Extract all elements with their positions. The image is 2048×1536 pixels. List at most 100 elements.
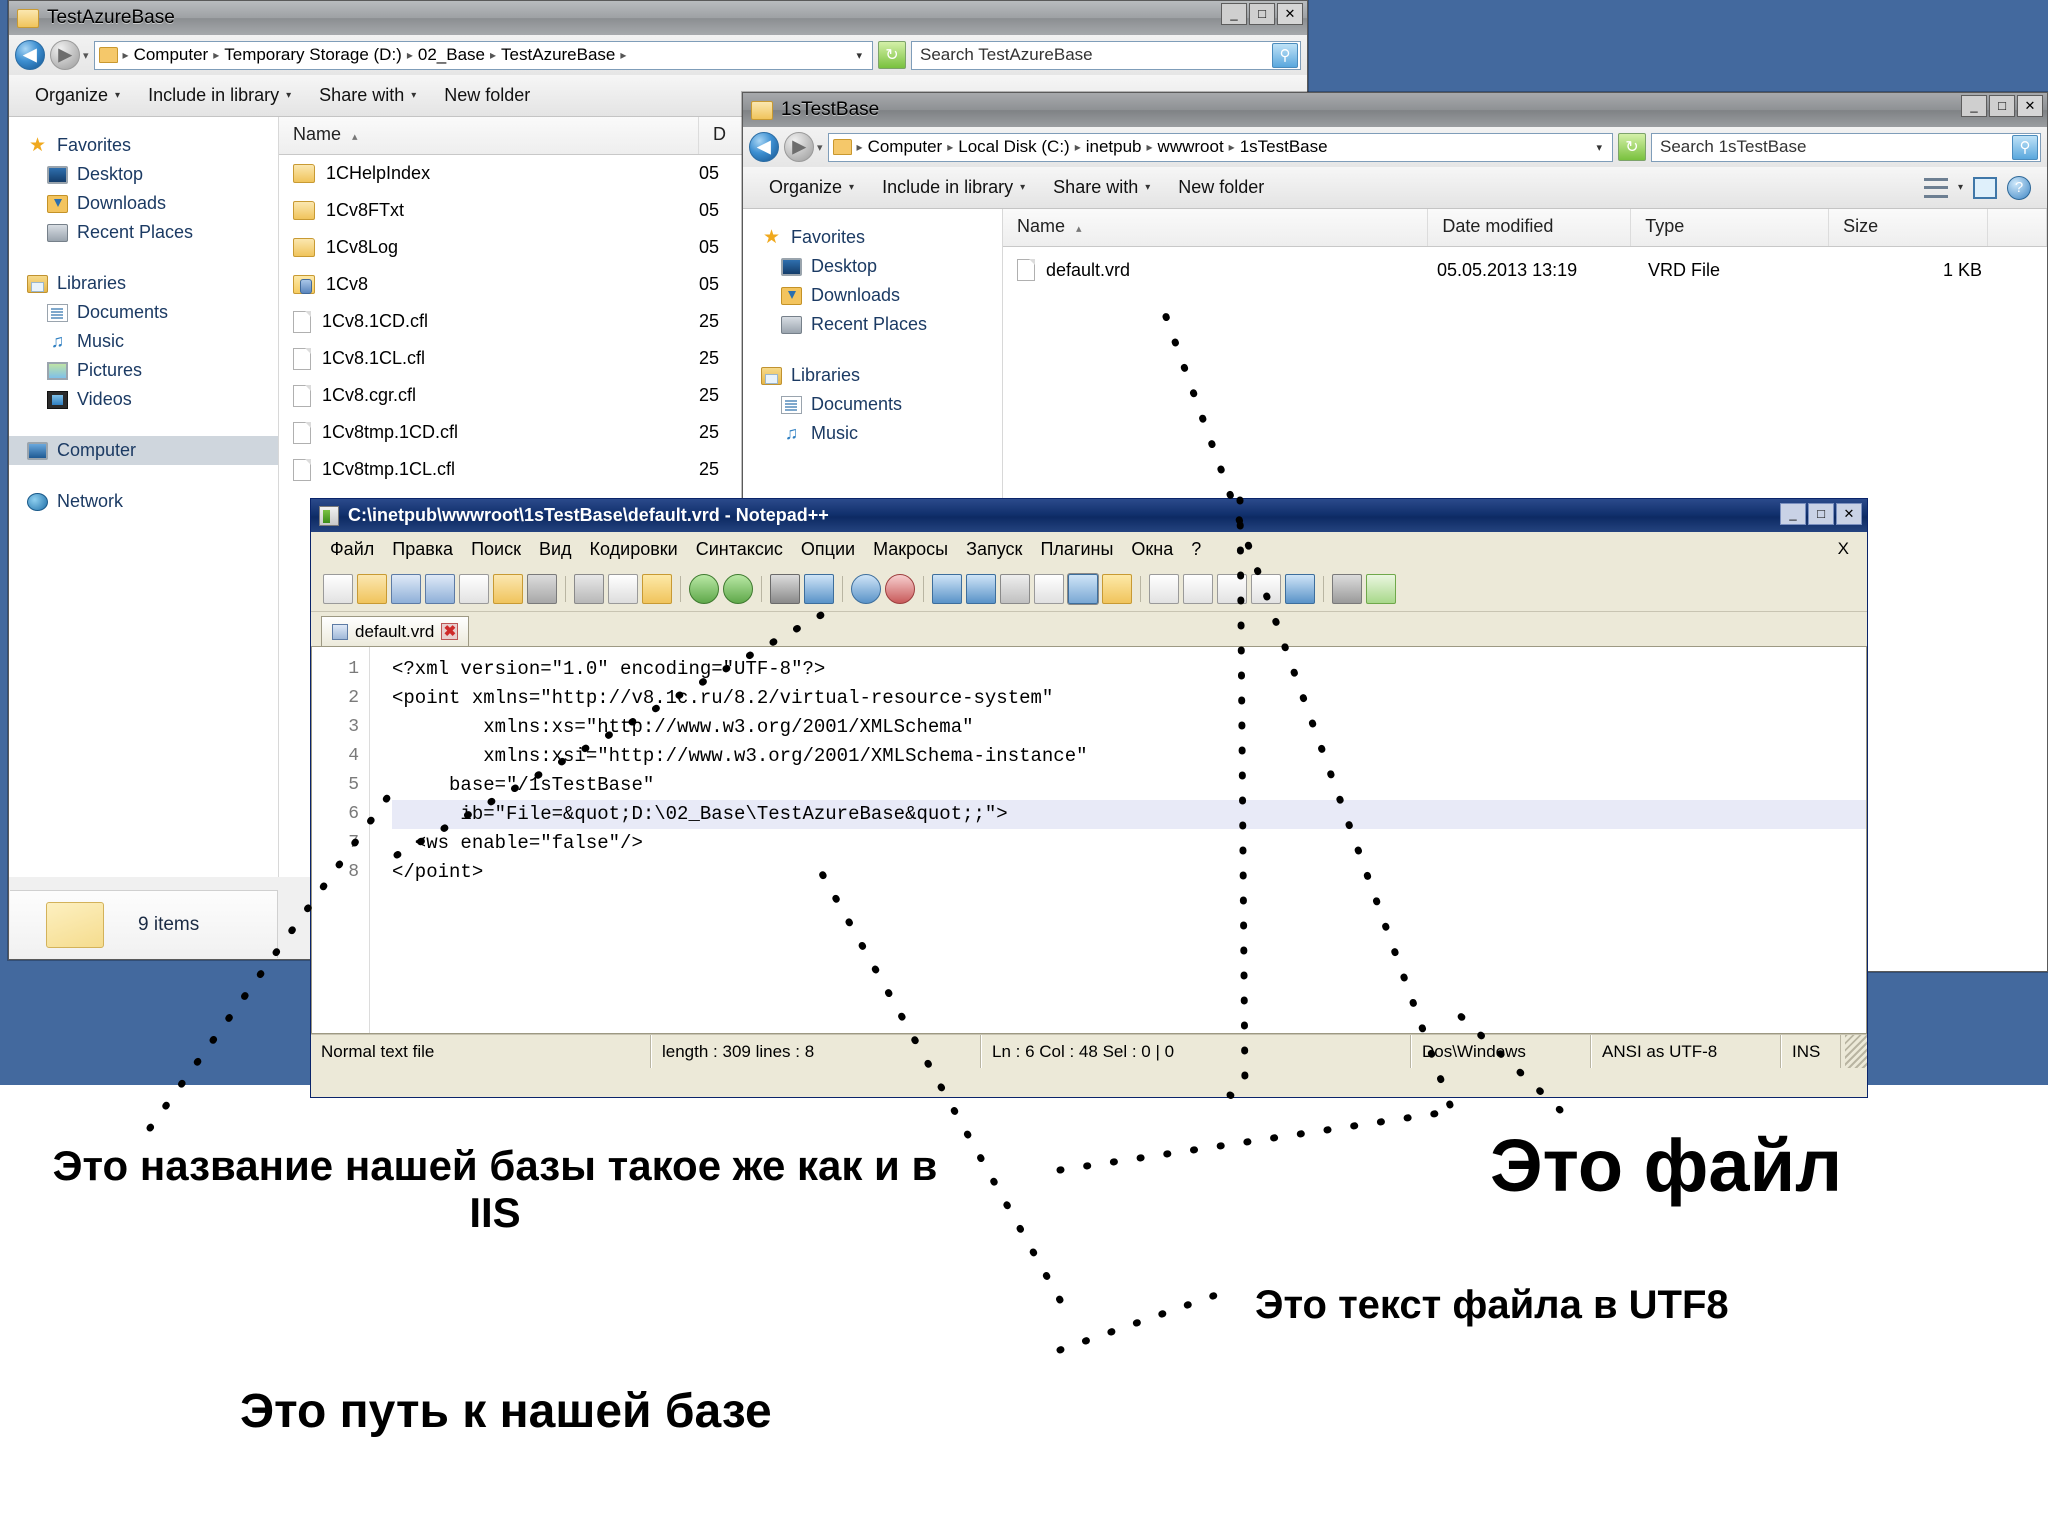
stop-record-icon[interactable] xyxy=(1183,573,1213,604)
organize-menu[interactable]: Organize ▾ xyxy=(755,177,868,198)
command-bar[interactable]: Organize ▾ Include in library ▾ Share wi… xyxy=(743,167,2047,209)
play-macro-icon[interactable] xyxy=(1217,573,1247,604)
print-icon[interactable] xyxy=(527,573,557,604)
forward-button[interactable]: ▶ xyxy=(784,132,814,162)
save-all-icon[interactable] xyxy=(425,573,455,604)
sidebar-item-recent-places[interactable]: Recent Places xyxy=(743,310,1002,339)
preview-pane-icon[interactable] xyxy=(1973,176,1997,199)
new-file-icon[interactable] xyxy=(323,573,353,604)
sidebar-item-libraries[interactable]: Libraries xyxy=(9,269,278,298)
close-all-icon[interactable] xyxy=(493,573,523,604)
menu-window[interactable]: Окна xyxy=(1122,539,1182,560)
undo-icon[interactable] xyxy=(689,573,719,604)
zoom-in-icon[interactable] xyxy=(851,573,881,604)
code-text-area[interactable]: <?xml version="1.0" encoding="UTF-8"?> <… xyxy=(392,647,1866,1033)
sidebar-item-libraries[interactable]: Libraries xyxy=(743,361,1002,390)
copy-icon[interactable] xyxy=(608,573,638,604)
breadcrumb-drive[interactable]: Local Disk (C:) xyxy=(958,137,1069,157)
user-defined-dialog-icon[interactable] xyxy=(1102,573,1132,604)
close-file-icon[interactable] xyxy=(459,573,489,604)
menu-bar[interactable]: Файл Правка Поиск Вид Кодировки Синтакси… xyxy=(311,532,1867,566)
word-wrap-icon[interactable] xyxy=(1000,573,1030,604)
menu-view[interactable]: Вид xyxy=(530,539,581,560)
breadcrumb-computer[interactable]: Computer xyxy=(134,45,209,65)
menu-language[interactable]: Синтаксис xyxy=(687,539,792,560)
new-folder-button[interactable]: New folder xyxy=(1164,177,1278,198)
share-with-menu[interactable]: Share with ▾ xyxy=(1039,177,1164,198)
search-box[interactable]: Search 1sTestBase ⚲ xyxy=(1651,132,2041,162)
minimize-button[interactable]: _ xyxy=(1961,95,1987,117)
column-headers[interactable]: Name ▴ Date modified Type Size xyxy=(1003,209,2048,247)
menu-file[interactable]: Файл xyxy=(321,539,383,560)
sidebar-item-documents[interactable]: Documents xyxy=(743,390,1002,419)
breadcrumb-wwwroot[interactable]: wwwroot xyxy=(1158,137,1224,157)
sidebar-item-downloads[interactable]: Downloads xyxy=(743,281,1002,310)
sync-scroll-v-icon[interactable] xyxy=(932,573,962,604)
close-button[interactable]: ✕ xyxy=(2017,95,2043,117)
share-with-menu[interactable]: Share with ▾ xyxy=(305,85,430,106)
menu-settings[interactable]: Опции xyxy=(792,539,864,560)
recent-pages-dropdown-icon[interactable]: ▾ xyxy=(817,141,823,154)
back-button[interactable]: ◀ xyxy=(749,132,779,162)
sidebar-item-desktop[interactable]: Desktop xyxy=(743,252,1002,281)
window-titlebar[interactable]: C:\inetpub\wwwroot\1sTestBase\default.vr… xyxy=(311,499,1867,532)
sidebar-item-music[interactable]: ♫ Music xyxy=(9,327,278,356)
sidebar-item-desktop[interactable]: Desktop xyxy=(9,160,278,189)
help-icon[interactable]: ? xyxy=(2007,175,2031,200)
menu-help[interactable]: ? xyxy=(1182,539,1210,560)
window-controls[interactable]: _ □ ✕ xyxy=(1221,3,1303,25)
sidebar-item-favorites[interactable]: ★ Favorites xyxy=(9,131,278,160)
notepadpp-window[interactable]: C:\inetpub\wwwroot\1sTestBase\default.vr… xyxy=(310,498,1868,1098)
sidebar-item-favorites[interactable]: ★ Favorites xyxy=(743,223,1002,252)
close-button[interactable]: ✕ xyxy=(1277,3,1303,25)
change-view-icon[interactable] xyxy=(1923,177,1948,198)
menu-encoding[interactable]: Кодировки xyxy=(581,539,687,560)
zoom-out-icon[interactable] xyxy=(885,573,915,604)
recent-pages-dropdown-icon[interactable]: ▾ xyxy=(83,49,89,62)
sidebar-item-pictures[interactable]: Pictures xyxy=(9,356,278,385)
search-icon[interactable]: ⚲ xyxy=(2012,134,2038,160)
column-header-date-modified[interactable]: Date modified xyxy=(1428,209,1632,246)
breadcrumb-drive[interactable]: Temporary Storage (D:) xyxy=(224,45,402,65)
run-multiple-macro-icon[interactable] xyxy=(1251,573,1281,604)
column-header-name[interactable]: Name ▴ xyxy=(1003,209,1429,246)
address-history-dropdown-icon[interactable]: ▾ xyxy=(850,49,868,62)
maximize-button[interactable]: □ xyxy=(1989,95,2015,117)
save-icon[interactable] xyxy=(391,573,421,604)
window-controls[interactable]: _ □ ✕ xyxy=(1961,95,2043,117)
sidebar-item-videos[interactable]: Videos xyxy=(9,385,278,414)
maximize-button[interactable]: □ xyxy=(1249,3,1275,25)
sync-scroll-h-icon[interactable] xyxy=(966,573,996,604)
paste-icon[interactable] xyxy=(642,573,672,604)
forward-button[interactable]: ▶ xyxy=(50,40,80,70)
address-history-dropdown-icon[interactable]: ▾ xyxy=(1590,141,1608,154)
column-header-size[interactable]: Size xyxy=(1829,209,1988,246)
save-macro-icon[interactable] xyxy=(1285,573,1315,604)
start-record-icon[interactable] xyxy=(1149,573,1179,604)
organize-menu[interactable]: Organize ▾ xyxy=(21,85,134,106)
run-icon[interactable] xyxy=(1332,573,1362,604)
refresh-button[interactable]: ↻ xyxy=(878,41,906,69)
include-in-library-menu[interactable]: Include in library ▾ xyxy=(868,177,1039,198)
replace-icon[interactable] xyxy=(804,573,834,604)
window-controls[interactable]: _ □ ✕ xyxy=(1780,503,1862,525)
close-button[interactable]: ✕ xyxy=(1836,503,1862,525)
refresh-button[interactable]: ↻ xyxy=(1618,133,1646,161)
toolbar[interactable] xyxy=(311,566,1867,612)
cut-icon[interactable] xyxy=(574,573,604,604)
chevron-down-icon[interactable]: ▾ xyxy=(1958,182,1963,193)
code-editor[interactable]: 1 2 3 4 5 6 7 8 <?xml version="1.0" enco… xyxy=(311,646,1867,1034)
indent-guide-icon[interactable] xyxy=(1068,573,1098,604)
back-button[interactable]: ◀ xyxy=(15,40,45,70)
minimize-button[interactable]: _ xyxy=(1221,3,1247,25)
search-icon[interactable]: ⚲ xyxy=(1272,42,1298,68)
menu-search[interactable]: Поиск xyxy=(462,539,530,560)
minimize-button[interactable]: _ xyxy=(1780,503,1806,525)
column-header-type[interactable]: Type xyxy=(1631,209,1830,246)
show-all-chars-icon[interactable] xyxy=(1034,573,1064,604)
redo-icon[interactable] xyxy=(723,573,753,604)
new-folder-button[interactable]: New folder xyxy=(430,85,544,106)
sidebar-item-downloads[interactable]: Downloads xyxy=(9,189,278,218)
window-titlebar[interactable]: TestAzureBase _ □ ✕ xyxy=(9,1,1307,35)
breadcrumb-inetpub[interactable]: inetpub xyxy=(1086,137,1142,157)
